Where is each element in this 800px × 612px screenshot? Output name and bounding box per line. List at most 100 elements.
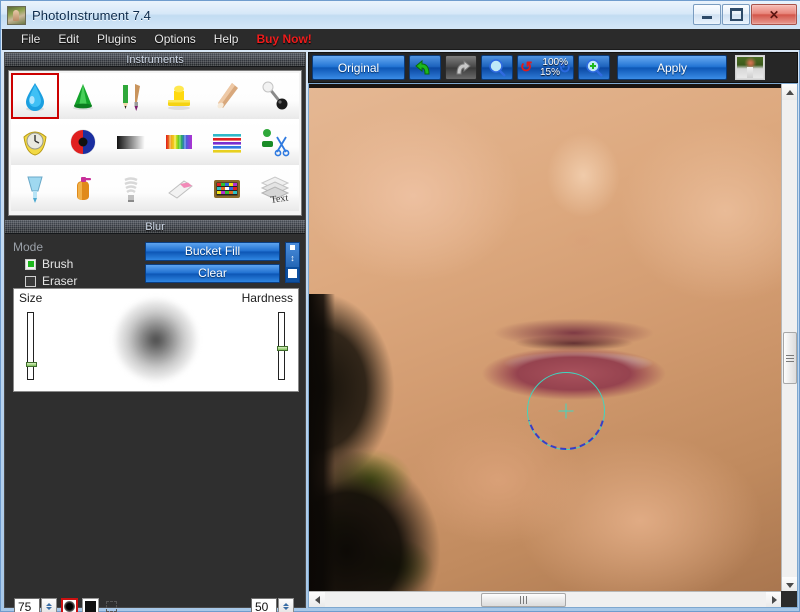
hardness-value-row: 50 bbox=[251, 598, 294, 612]
vertical-scrollbar[interactable] bbox=[781, 84, 797, 593]
instrument-hue-tool[interactable] bbox=[155, 119, 203, 165]
edited-photo[interactable] bbox=[309, 84, 782, 592]
instrument-makeup-tool[interactable] bbox=[59, 165, 107, 211]
scroll-down-arrow bbox=[786, 582, 794, 588]
menu-item-edit[interactable]: Edit bbox=[49, 30, 88, 48]
gradient-bar-icon bbox=[117, 136, 145, 149]
redo-arrow-icon bbox=[456, 59, 471, 74]
large-square-icon bbox=[286, 266, 299, 280]
bandage-icon bbox=[217, 83, 238, 109]
scroll-grip-icon bbox=[786, 353, 794, 364]
green-cone-icon bbox=[73, 84, 93, 110]
color-lines-icon bbox=[213, 134, 241, 153]
instrument-healing-tool[interactable] bbox=[203, 73, 251, 119]
vertical-scroll-thumb[interactable] bbox=[783, 332, 797, 384]
size-value-row: 75 bbox=[14, 598, 120, 612]
instrument-paint-tool[interactable] bbox=[107, 73, 155, 119]
clear-button[interactable]: Clear bbox=[145, 264, 280, 283]
undo-arrow-icon bbox=[415, 59, 430, 74]
instrument-clone-stamp-tool[interactable] bbox=[155, 73, 203, 119]
vertical-resize-icon: ↕ bbox=[290, 253, 295, 264]
menu-item-file[interactable]: File bbox=[12, 30, 49, 48]
hard-square-brush-button[interactable] bbox=[82, 598, 99, 612]
image-canvas-area[interactable] bbox=[308, 83, 798, 608]
instrument-text-tool[interactable]: Text bbox=[251, 165, 299, 211]
dashed-rect-brush-icon bbox=[106, 601, 117, 612]
menu-item-options[interactable]: Options bbox=[145, 30, 204, 48]
brush-radio-label: Brush bbox=[42, 257, 74, 271]
eraser-radio-label: Eraser bbox=[42, 274, 78, 288]
scissors-icon bbox=[262, 129, 290, 157]
magnifier-plus-icon bbox=[586, 58, 603, 77]
zoom-in-button[interactable] bbox=[578, 55, 610, 80]
dashed-rect-brush-button[interactable] bbox=[103, 598, 120, 612]
scroll-right-button[interactable] bbox=[766, 592, 782, 607]
instrument-color-balance-tool[interactable] bbox=[203, 119, 251, 165]
spinner-up-icon bbox=[283, 603, 289, 606]
app-photo-icon bbox=[7, 5, 26, 25]
instrument-red-eye-tool[interactable] bbox=[59, 119, 107, 165]
clock-icon bbox=[23, 131, 47, 156]
instrument-whiten-tool[interactable] bbox=[11, 165, 59, 211]
spinner-down-icon bbox=[283, 607, 289, 610]
redo-button[interactable] bbox=[445, 55, 477, 80]
maximize-button[interactable] bbox=[722, 4, 750, 25]
brush-sample-preview bbox=[115, 299, 197, 381]
small-square-icon bbox=[290, 245, 295, 251]
magnifier-icon bbox=[489, 58, 506, 77]
instrument-smudge-tool[interactable] bbox=[59, 73, 107, 119]
yellow-stamp-icon bbox=[168, 85, 190, 110]
scroll-right-arrow bbox=[771, 596, 777, 604]
instrument-effects-tool[interactable] bbox=[203, 165, 251, 211]
undo-button[interactable] bbox=[409, 55, 441, 80]
photo-thumbnail-button[interactable] bbox=[735, 55, 765, 80]
instrument-eraser-tool[interactable] bbox=[155, 165, 203, 211]
pencil-brush-icon bbox=[123, 84, 140, 111]
instrument-brightness-tool[interactable] bbox=[107, 119, 155, 165]
instrument-liquify-tool[interactable] bbox=[251, 73, 299, 119]
apply-button[interactable]: Apply bbox=[617, 55, 727, 80]
scroll-left-button[interactable] bbox=[309, 592, 325, 607]
brush-radio-icon bbox=[25, 258, 36, 270]
instrument-glow-tool[interactable] bbox=[107, 165, 155, 211]
editor-toolbar: Original ↺ ↻ 100% 15% Apply bbox=[308, 52, 798, 83]
zoom-percent-control[interactable]: ↺ ↻ 100% 15% bbox=[517, 55, 574, 80]
horizontal-scroll-thumb[interactable] bbox=[481, 593, 566, 607]
soft-round-brush-button[interactable] bbox=[61, 598, 78, 612]
menu-item-plugins[interactable]: Plugins bbox=[88, 30, 145, 48]
hardness-input[interactable]: 50 bbox=[251, 598, 277, 612]
bucket-fill-button[interactable]: Bucket Fill bbox=[145, 242, 280, 261]
photo-hair-region bbox=[309, 294, 335, 592]
instrument-blur-tool[interactable] bbox=[11, 73, 59, 119]
photoinstrument-window: PhotoInstrument 7.4 ✕ File Edit Plugins … bbox=[0, 0, 800, 612]
eraser-icon bbox=[168, 180, 193, 199]
tube-icon bbox=[27, 176, 43, 203]
scroll-up-arrow bbox=[786, 89, 794, 95]
original-button[interactable]: Original bbox=[312, 55, 405, 80]
scroll-up-button[interactable] bbox=[782, 84, 797, 100]
horizontal-scrollbar[interactable] bbox=[309, 591, 782, 607]
instrument-cut-tool[interactable] bbox=[251, 119, 299, 165]
instrument-wrinkle-tool[interactable] bbox=[11, 119, 59, 165]
maximize-icon bbox=[729, 8, 743, 21]
menu-item-help[interactable]: Help bbox=[205, 30, 248, 48]
photo-top-edge bbox=[309, 84, 782, 88]
hardness-slider-thumb[interactable] bbox=[277, 346, 288, 351]
size-slider[interactable] bbox=[26, 312, 37, 380]
hardness-slider[interactable] bbox=[277, 312, 288, 380]
close-button[interactable]: ✕ bbox=[751, 4, 797, 25]
mode-area: Mode Brush Eraser Bucket Fill Clear ↕ bbox=[5, 234, 305, 294]
minimize-button[interactable] bbox=[693, 4, 721, 25]
instruments-box: Text bbox=[8, 70, 302, 216]
size-input[interactable]: 75 bbox=[14, 598, 40, 612]
instruments-grid: Text bbox=[11, 73, 299, 213]
menu-item-buy-now[interactable]: Buy Now! bbox=[247, 30, 320, 48]
menu-bar: File Edit Plugins Options Help Buy Now! bbox=[2, 29, 800, 50]
size-slider-thumb[interactable] bbox=[26, 362, 37, 367]
size-spinner[interactable] bbox=[41, 598, 57, 612]
layer-stack-control[interactable]: ↕ bbox=[285, 242, 300, 283]
hardness-spinner[interactable] bbox=[278, 598, 294, 612]
zoom-button[interactable] bbox=[481, 55, 513, 80]
title-bar: PhotoInstrument 7.4 ✕ bbox=[1, 1, 800, 30]
tool-panel-header: Blur bbox=[5, 220, 305, 234]
